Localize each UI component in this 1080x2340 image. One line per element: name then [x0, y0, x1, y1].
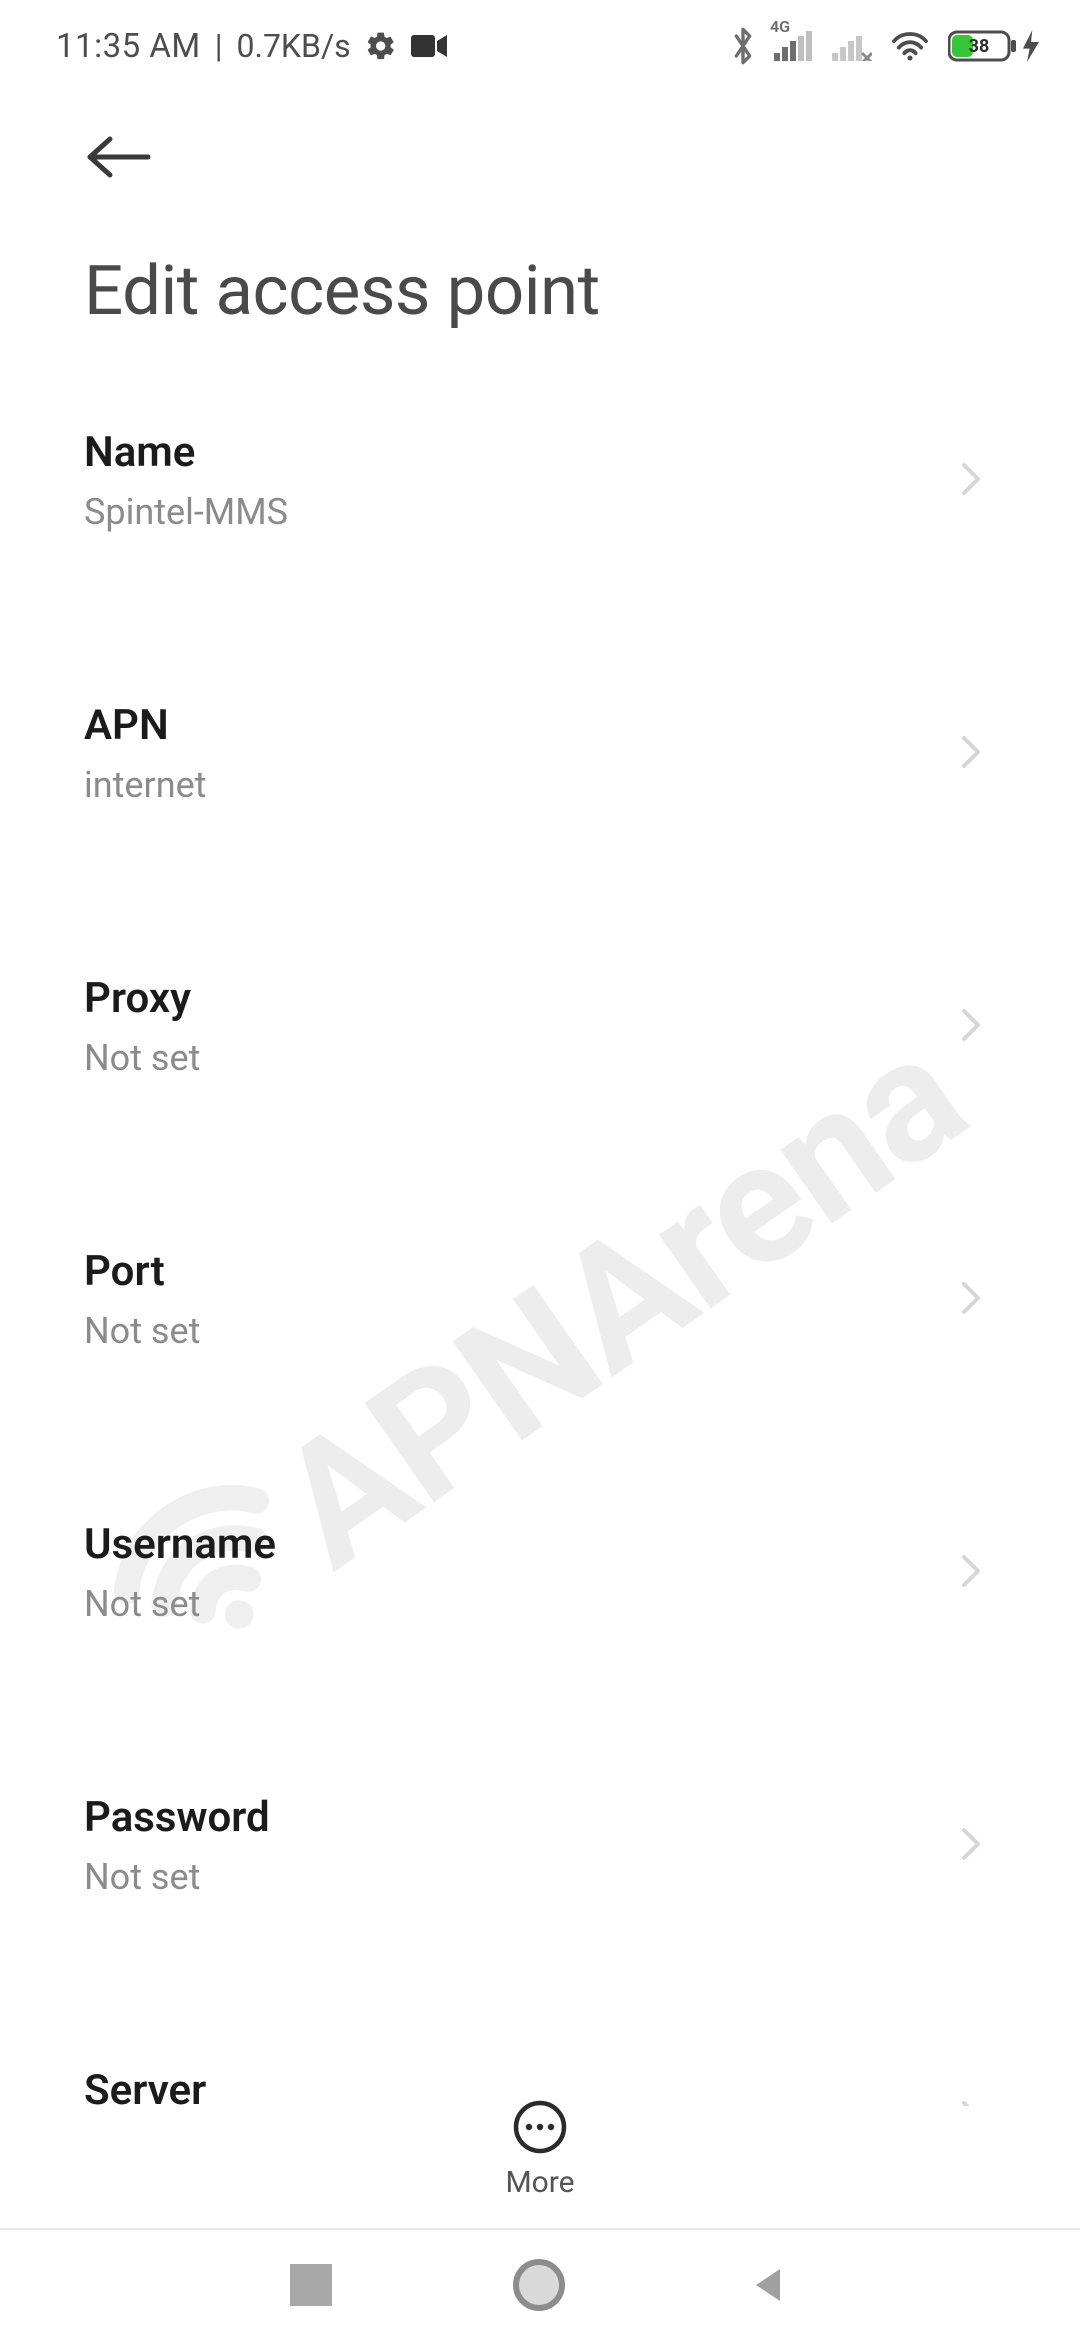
status-separator: |	[215, 27, 223, 65]
chevron-right-icon	[958, 459, 984, 503]
header: Edit access point	[0, 94, 1080, 341]
battery-percent: 38	[969, 36, 990, 57]
status-bar: 11:35 AM | 0.7KB/s 4G 38	[0, 0, 1080, 94]
setting-value: Not set	[84, 1037, 200, 1079]
setting-row-username[interactable]: Username Not set	[16, 1478, 1064, 1667]
chevron-right-icon	[958, 1551, 984, 1595]
settings-list: NameSpintel-MMSAPNinternetProxyNot setPo…	[0, 386, 1080, 2106]
setting-label: Name	[84, 428, 288, 477]
battery-indicator: 38	[948, 29, 1040, 63]
back-button[interactable]	[84, 132, 154, 186]
page-title: Edit access point	[84, 250, 996, 331]
system-nav-bar	[0, 2230, 1080, 2340]
bolt-icon	[1022, 30, 1040, 62]
camera-icon	[411, 33, 447, 59]
setting-label: Port	[84, 1247, 200, 1296]
status-left: 11:35 AM | 0.7KB/s	[56, 27, 447, 66]
setting-row-apn[interactable]: APN internet	[16, 659, 1064, 848]
wifi-icon	[890, 30, 930, 62]
chevron-right-icon	[958, 1005, 984, 1049]
bluetooth-icon	[730, 26, 756, 66]
setting-label: Proxy	[84, 974, 200, 1023]
setting-row-port[interactable]: Port Not set	[16, 1205, 1064, 1394]
setting-value: Not set	[84, 1856, 270, 1898]
setting-row-proxy[interactable]: Proxy Not set	[16, 932, 1064, 1121]
setting-label: Username	[84, 1520, 276, 1569]
nav-home-button[interactable]	[513, 2259, 565, 2311]
nav-back-button[interactable]	[746, 2263, 790, 2307]
status-data-rate: 0.7KB/s	[237, 27, 351, 65]
chevron-right-icon	[958, 1278, 984, 1322]
chevron-right-icon	[958, 732, 984, 776]
setting-value: Not set	[84, 1583, 276, 1625]
setting-value: internet	[84, 764, 206, 806]
setting-row-password[interactable]: Password Not set	[16, 1751, 1064, 1940]
network-badge: 4G	[770, 17, 790, 36]
setting-label: Password	[84, 1793, 270, 1842]
status-time: 11:35 AM	[56, 27, 201, 66]
footer-more-button[interactable]: More	[0, 2070, 1080, 2230]
setting-label: APN	[84, 701, 206, 750]
signal-secondary-icon	[832, 31, 872, 61]
setting-value: Not set	[84, 1310, 200, 1352]
setting-value: Spintel-MMS	[84, 491, 288, 533]
status-right: 4G 38	[730, 26, 1040, 66]
nav-recents-button[interactable]	[290, 2264, 332, 2306]
setting-row-name[interactable]: Name Spintel-MMS	[16, 386, 1064, 575]
gear-icon	[365, 30, 397, 62]
chevron-right-icon	[958, 1824, 984, 1868]
more-icon	[512, 2099, 568, 2155]
signal-4g-icon: 4G	[774, 31, 814, 61]
more-label: More	[505, 2165, 574, 2200]
